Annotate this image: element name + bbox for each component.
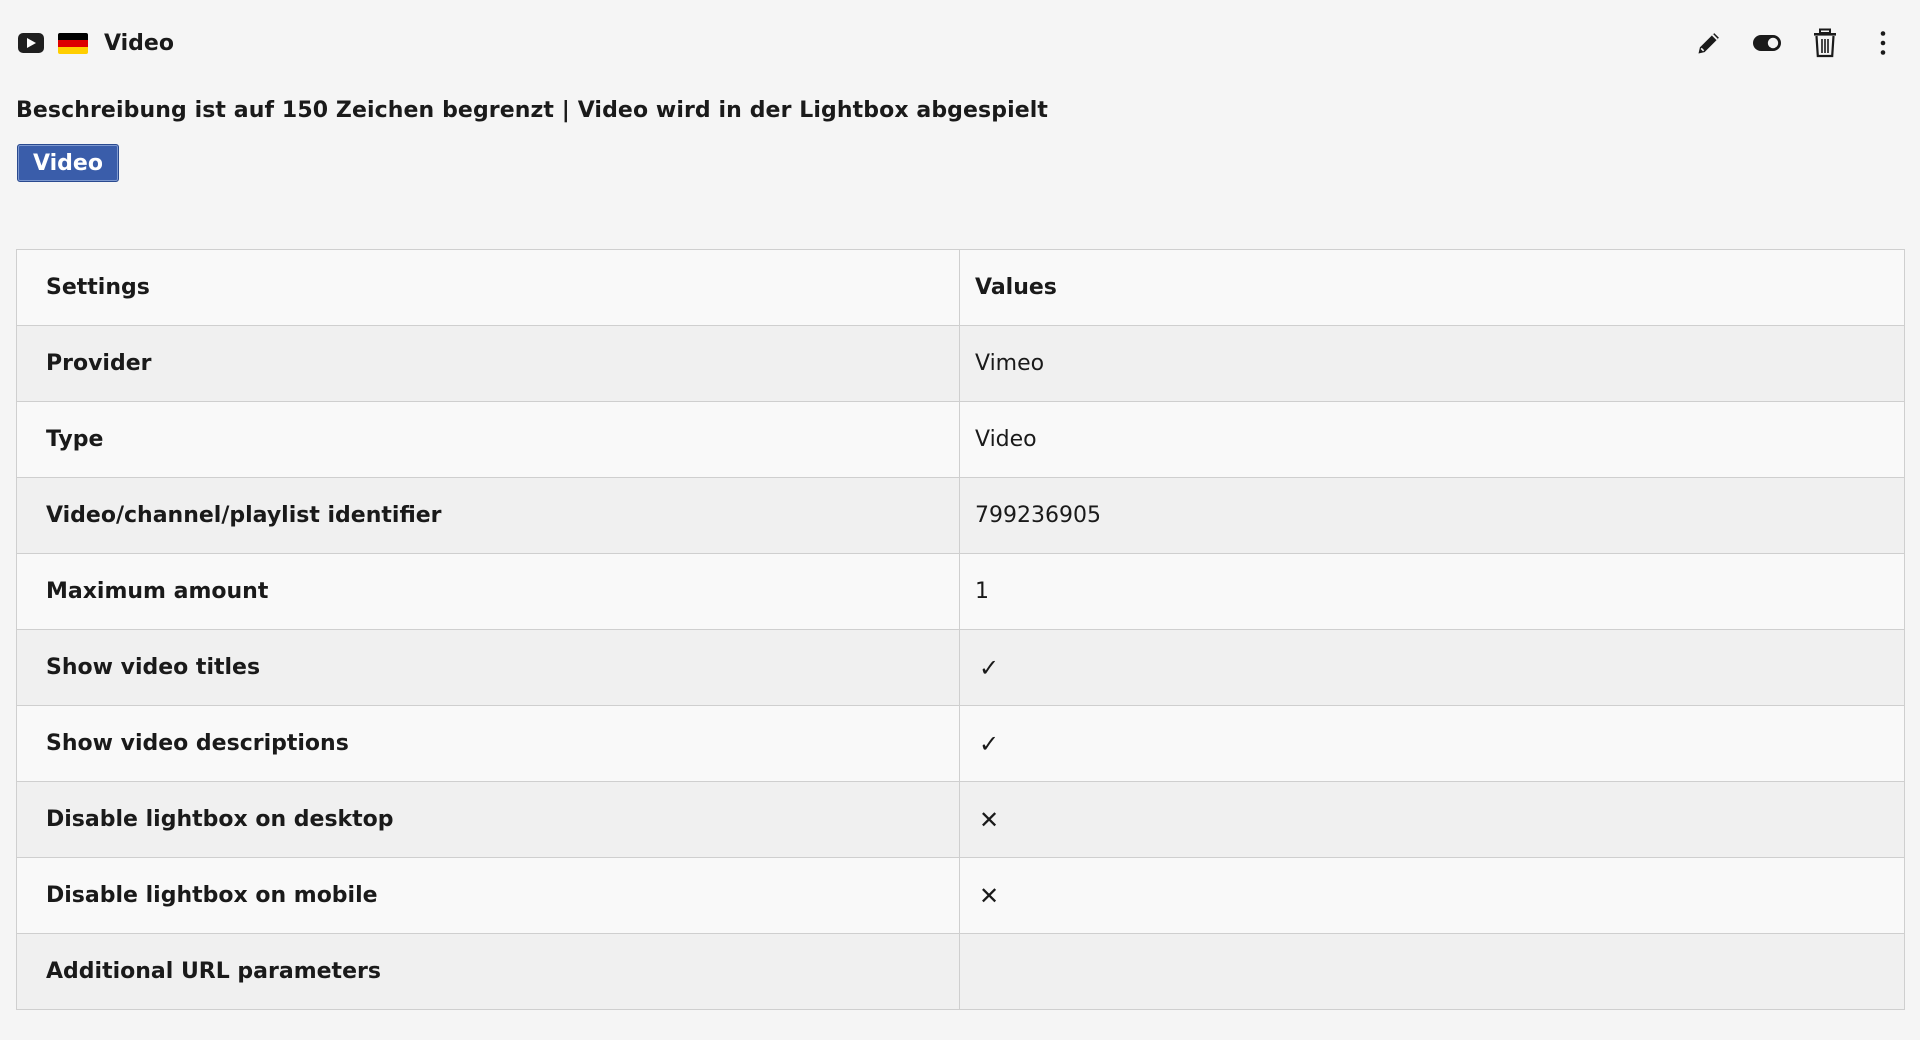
more-options-button[interactable] xyxy=(1868,26,1898,60)
column-header-settings: Settings xyxy=(16,249,960,326)
checkmark-icon: ✓ xyxy=(979,729,1000,758)
table-row: Disable lightbox on mobile ✕ xyxy=(16,857,1905,934)
table-row: Show video descriptions ✓ xyxy=(16,705,1905,782)
table-row: Show video titles ✓ xyxy=(16,629,1905,706)
column-header-values: Values xyxy=(959,249,1905,326)
setting-name: Type xyxy=(16,401,960,478)
setting-value: ✓ xyxy=(959,629,1905,706)
table-row: Video/channel/playlist identifier 799236… xyxy=(16,477,1905,554)
setting-value: ✕ xyxy=(959,781,1905,858)
setting-value: Video xyxy=(959,401,1905,478)
element-description: Beschreibung ist auf 150 Zeichen begrenz… xyxy=(16,98,1049,123)
content-element-preview: Video Beschreibung ist auf 150 Zeichen b… xyxy=(0,0,1920,1040)
german-flag-icon xyxy=(58,32,88,54)
trash-icon xyxy=(1814,28,1836,58)
setting-name: Show video titles xyxy=(16,629,960,706)
setting-name: Disable lightbox on mobile xyxy=(16,857,960,934)
setting-value: 1 xyxy=(959,553,1905,630)
table-row: Additional URL parameters xyxy=(16,933,1905,1010)
youtube-play-icon xyxy=(18,33,44,53)
cross-icon: ✕ xyxy=(979,805,1000,834)
setting-name: Disable lightbox on desktop xyxy=(16,781,960,858)
content-type-badge: Video xyxy=(17,144,119,182)
setting-value: 799236905 xyxy=(959,477,1905,554)
setting-name: Maximum amount xyxy=(16,553,960,630)
cross-icon: ✕ xyxy=(979,881,1000,910)
setting-value xyxy=(959,933,1905,1010)
table-row: Type Video xyxy=(16,401,1905,478)
table-row: Provider Vimeo xyxy=(16,325,1905,402)
delete-button[interactable] xyxy=(1810,26,1840,60)
toggle-visibility-button[interactable] xyxy=(1752,26,1782,60)
setting-name: Video/channel/playlist identifier xyxy=(16,477,960,554)
element-title: Video xyxy=(104,30,174,56)
settings-table: Settings Values Provider Vimeo Type Vide… xyxy=(16,249,1905,1010)
table-row: Disable lightbox on desktop ✕ xyxy=(16,781,1905,858)
toggle-icon xyxy=(1753,35,1781,51)
setting-value: ✕ xyxy=(959,857,1905,934)
edit-button[interactable] xyxy=(1694,26,1724,60)
table-row: Maximum amount 1 xyxy=(16,553,1905,630)
setting-name: Show video descriptions xyxy=(16,705,960,782)
more-vertical-icon xyxy=(1880,31,1886,55)
element-header: Video xyxy=(18,24,174,62)
setting-name: Additional URL parameters xyxy=(16,933,960,1010)
checkmark-icon: ✓ xyxy=(979,653,1000,682)
element-toolbar xyxy=(1694,24,1898,62)
setting-name: Provider xyxy=(16,325,960,402)
setting-value: Vimeo xyxy=(959,325,1905,402)
table-header-row: Settings Values xyxy=(16,249,1905,326)
pencil-icon xyxy=(1698,33,1719,54)
setting-value: ✓ xyxy=(959,705,1905,782)
